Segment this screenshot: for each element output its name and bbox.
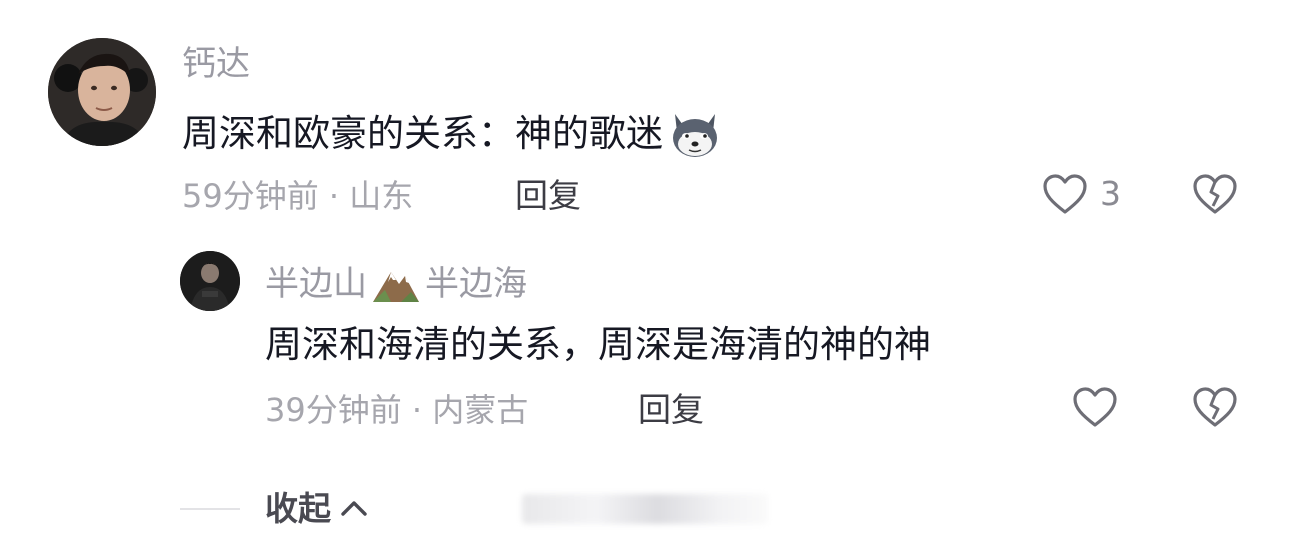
comment-time: 59分钟前 xyxy=(182,177,319,215)
husky-dog-emoji-icon xyxy=(667,106,723,162)
heart-icon xyxy=(1040,170,1090,218)
chevron-up-icon xyxy=(337,492,371,526)
replier-avatar[interactable] xyxy=(180,251,240,311)
replier-username-part1: 半边山 xyxy=(265,264,367,304)
reply-dislike-button[interactable] xyxy=(1190,383,1240,435)
reply-reply-button[interactable]: 回复 xyxy=(638,390,704,430)
reply-time: 39分钟前 xyxy=(265,391,402,429)
comment-location: 山东 xyxy=(349,177,414,215)
mountain-icon xyxy=(371,264,421,304)
reply-meta-separator: · xyxy=(411,391,423,429)
replier-username-part2: 半边海 xyxy=(425,264,527,304)
commenter-username[interactable]: 钙达 xyxy=(182,44,250,84)
collapse-label: 收起 xyxy=(265,489,331,528)
comment-dislike-button[interactable] xyxy=(1190,170,1240,222)
comment-text-row: 周深和欧豪的关系：神的歌迷 xyxy=(182,106,723,162)
reply-location: 内蒙古 xyxy=(432,391,529,429)
reply-text: 周深和海清的关系，周深是海清的神的神 xyxy=(265,323,931,366)
like-count: 3 xyxy=(1100,174,1121,213)
heart-icon xyxy=(1070,383,1120,431)
comment-reply-button[interactable]: 回复 xyxy=(515,176,581,216)
comment-like-button[interactable]: 3 xyxy=(1040,170,1121,218)
avatar-photo xyxy=(48,38,156,146)
collapse-replies-button[interactable]: 收起 xyxy=(265,489,371,529)
reply-meta: 39分钟前 · 内蒙古 xyxy=(265,390,528,430)
broken-heart-icon xyxy=(1190,383,1240,431)
broken-heart-icon xyxy=(1190,170,1240,218)
obscured-watermark xyxy=(522,494,768,524)
replier-avatar-photo xyxy=(180,251,240,311)
replier-username[interactable]: 半边山 半边海 xyxy=(265,264,527,304)
comment-meta: 59分钟前 · 山东 xyxy=(182,176,413,216)
collapse-divider xyxy=(180,508,240,510)
reply-like-button[interactable] xyxy=(1070,383,1120,435)
comment-text: 周深和欧豪的关系：神的歌迷 xyxy=(182,112,663,155)
commenter-avatar[interactable] xyxy=(48,38,156,146)
meta-separator: · xyxy=(328,177,340,215)
